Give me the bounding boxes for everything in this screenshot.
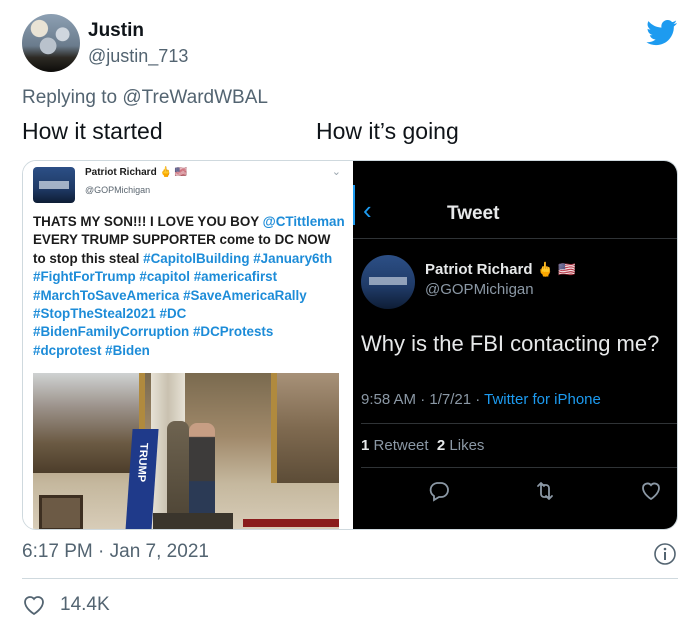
twitter-bird-icon[interactable] xyxy=(646,20,678,46)
embedded-author-handle-dark: @GOPMichigan xyxy=(425,281,534,298)
divider xyxy=(361,423,677,424)
like-count-dark: 2 xyxy=(436,437,446,454)
heart-icon[interactable] xyxy=(22,594,46,616)
embedded-text-intro: THATS MY SON!!! I LOVE YOU BOY xyxy=(33,214,259,229)
painting-right xyxy=(271,373,339,483)
author-handle[interactable]: @justin_713 xyxy=(88,46,188,67)
replying-to-link[interactable]: @TreWardWBAL xyxy=(122,87,268,108)
tweet-media[interactable]: Patriot Richard 🖕 🇺🇸 @GOPMichigan ⌄ THAT… xyxy=(22,160,678,530)
divider xyxy=(361,467,677,468)
embedded-author-name-dark: Patriot Richard 🖕 🇺🇸 xyxy=(425,261,575,278)
embedded-header-title: Tweet xyxy=(447,203,500,224)
embedded-actions xyxy=(353,479,677,505)
footer-divider xyxy=(22,578,678,579)
retweet-icon xyxy=(537,482,553,500)
embedded-name-emoji: 🖕 🇺🇸 xyxy=(159,167,188,178)
like-count: 14.4K xyxy=(60,594,110,615)
embedded-tweet-text: THATS MY SON!!! I LOVE YOU BOY @CTittlem… xyxy=(33,213,345,360)
like-label-dark: Likes xyxy=(449,437,485,454)
heart-icon xyxy=(642,482,660,501)
person xyxy=(189,423,215,519)
replying-prefix: Replying to xyxy=(22,87,118,108)
author-name[interactable]: Justin xyxy=(88,20,188,42)
caption-how-it-started: How it started xyxy=(22,118,163,144)
embedded-name-text: Patriot Richard xyxy=(85,167,157,178)
embedded-mention: @CTittleman xyxy=(262,214,345,229)
media-left-screenshot[interactable]: Patriot Richard 🖕 🇺🇸 @GOPMichigan ⌄ THAT… xyxy=(23,161,353,529)
embedded-tweet-text-dark: Why is the FBI contacting me? xyxy=(361,331,660,356)
embedded-avatar-dark xyxy=(361,255,415,309)
rope-barrier xyxy=(243,519,339,527)
embedded-time-date: 9:58 AM · 1/7/21 · xyxy=(361,391,481,408)
author-block[interactable]: Justin @justin_713 xyxy=(88,20,188,67)
painting-left xyxy=(33,373,145,473)
retweet-label: Retweet xyxy=(373,437,429,454)
embedded-name-text-dark: Patriot Richard xyxy=(425,261,533,278)
replying-to: Replying to @TreWardWBAL xyxy=(22,87,268,109)
retweet-count: 1 xyxy=(361,437,370,454)
author-avatar[interactable] xyxy=(22,14,80,72)
caption-how-its-going: How it’s going xyxy=(316,118,459,144)
tweet-timestamp[interactable]: 6:17 PM · Jan 7, 2021 xyxy=(22,541,209,563)
embedded-source: Twitter for iPhone xyxy=(484,391,601,408)
reply-icon xyxy=(429,482,449,502)
embedded-tweet-meta: 9:58 AM · 1/7/21 · Twitter for iPhone xyxy=(361,391,601,408)
embedded-author-handle: @GOPMichigan xyxy=(85,185,151,195)
plaque xyxy=(39,495,83,529)
embedded-stats: 1 Retweet 2 Likes xyxy=(361,437,484,454)
tweet-header: Justin @justin_713 xyxy=(22,14,682,78)
embedded-avatar xyxy=(33,167,75,203)
chevron-down-icon: ⌄ xyxy=(331,166,341,178)
media-right-screenshot[interactable]: ‹ Tweet Patriot Richard 🖕 🇺🇸 @GOPMichiga… xyxy=(353,161,677,529)
statue-base xyxy=(153,513,233,529)
embedded-tweet-header: ‹ Tweet xyxy=(353,161,677,239)
embedded-author-name: Patriot Richard 🖕 🇺🇸 xyxy=(85,167,187,178)
info-icon[interactable] xyxy=(653,542,677,566)
embedded-name-emoji-dark: 🖕 🇺🇸 xyxy=(536,261,576,277)
embedded-hashtags: #CapitolBuilding #January6th #FightForTr… xyxy=(33,250,333,358)
capitol-photo xyxy=(33,373,339,529)
